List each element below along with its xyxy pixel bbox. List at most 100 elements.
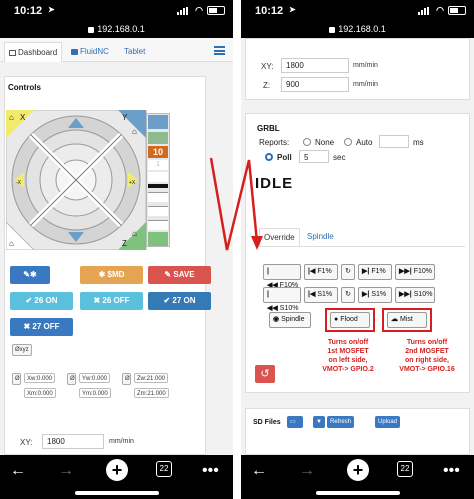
z-plus-arrow-icon[interactable] <box>148 115 168 129</box>
filter-icon: ▼ <box>316 419 322 425</box>
back-arrow-icon[interactable]: ← <box>251 463 267 479</box>
macro-edit-button[interactable]: ✎✱ <box>10 266 50 284</box>
z-minus-arrow-icon[interactable] <box>148 232 168 246</box>
refresh-icon: ↻ <box>345 268 351 275</box>
tab-tablet-label: Tablet <box>124 47 146 56</box>
sd-files-panel <box>245 408 470 455</box>
step-forward-icon: ▶| <box>362 268 370 275</box>
override-label: F10% <box>413 268 433 275</box>
fluidnc-icon <box>71 48 78 55</box>
feed-reset-button[interactable]: ↻ <box>341 264 355 280</box>
tab-switcher[interactable]: 22 <box>397 461 413 477</box>
spindle-plus-10-button[interactable]: ▶▶| S10% <box>395 287 435 303</box>
z-jog-bar[interactable]: 10 1 <box>146 113 170 247</box>
tab-spindle[interactable]: Spindle <box>303 228 338 246</box>
more-dots-icon[interactable]: ••• <box>443 463 460 479</box>
home-indicator <box>316 491 400 495</box>
sd-folder-icon[interactable]: ▭ <box>287 416 303 428</box>
forward-arrow-icon[interactable]: → <box>299 463 315 479</box>
spindle-toggle-button[interactable]: ◉ Spindle <box>269 312 311 328</box>
tab-fluidnc[interactable]: FluidNC <box>67 42 113 62</box>
sec-label: sec <box>333 153 346 162</box>
sd-refresh-button[interactable]: Refresh <box>327 416 355 428</box>
reset-button[interactable]: ↺ <box>255 365 275 383</box>
plus-x-label: +X <box>129 180 136 186</box>
menu-icon[interactable] <box>214 46 225 55</box>
pencil-icon: ✎✱ <box>23 270 37 279</box>
step-segment[interactable] <box>148 206 168 216</box>
z-home-icon[interactable] <box>148 132 168 144</box>
spindle-minus-1-button[interactable]: |◀ S1% <box>304 287 338 303</box>
new-tab-plus-icon[interactable]: + <box>347 459 369 481</box>
reports-poll-label: Poll <box>277 153 292 162</box>
continuation-arrow-icon <box>209 157 263 251</box>
spindle-minus-10-button[interactable]: |◀◀ S10% <box>263 287 301 312</box>
step-segment[interactable] <box>148 220 168 230</box>
left-phone-screen: 10:12 ➤ ◠ 192.168.0.1 Dashboard FluidNC … <box>0 0 233 499</box>
spindle-reset-button[interactable]: ↻ <box>341 287 355 303</box>
axis-z-label: Z <box>122 239 127 248</box>
address-bar[interactable]: 192.168.0.1 <box>241 21 474 38</box>
mist-annotation: Turns on/off 2nd MOSFET on right side, V… <box>399 339 455 373</box>
signal-icon <box>418 7 432 15</box>
wifi-icon: ◠ <box>436 5 444 15</box>
xy-feed-input[interactable]: 1800 <box>42 434 104 449</box>
sd-upload-button[interactable]: Upload <box>375 416 401 428</box>
flood-label: Flood <box>340 316 358 323</box>
md-button-label: $MD <box>107 270 125 279</box>
zero-x-button[interactable]: Ø <box>12 373 21 385</box>
mist-button[interactable]: ☁ Mist <box>387 312 427 328</box>
ms-label: ms <box>413 138 424 147</box>
zero-xyz-button[interactable]: Øxyz <box>12 344 32 356</box>
md-icon: ✱ <box>98 270 108 279</box>
save-button-label: SAVE <box>173 270 195 279</box>
gpio27-off-button[interactable]: ✖ 27 OFF <box>10 318 73 336</box>
gpio26-on-button[interactable]: ✔ 26 ON <box>10 292 73 310</box>
zero-y-button[interactable]: Ø <box>67 373 76 385</box>
step-10[interactable]: 10 <box>148 146 168 158</box>
browser-toolbar: ← → + 22 ••• <box>241 455 474 499</box>
back-arrow-icon[interactable]: ← <box>10 463 26 479</box>
axis-x-label: X <box>20 113 26 122</box>
reports-none-radio[interactable] <box>303 138 311 146</box>
md-button[interactable]: ✱ $MD <box>80 266 143 284</box>
signal-icon <box>177 7 191 15</box>
more-dots-icon[interactable]: ••• <box>202 463 219 479</box>
tab-tablet[interactable]: Tablet <box>120 42 149 62</box>
tab-dashboard-label: Dashboard <box>18 48 58 57</box>
step-segment[interactable] <box>148 192 168 202</box>
xy-feed-input[interactable]: 1800 <box>281 58 349 73</box>
gpio27-on-button[interactable]: ✔ 27 ON <box>148 292 211 310</box>
zero-z-button[interactable]: Ø <box>122 373 131 385</box>
reports-auto-radio[interactable] <box>344 138 352 146</box>
poll-interval-input[interactable]: 5 <box>299 150 329 163</box>
feed-minus-1-button[interactable]: |◀ F1% <box>304 264 338 280</box>
feed-plus-1-button[interactable]: ▶| F1% <box>358 264 392 280</box>
step-1[interactable]: 1 <box>148 160 168 170</box>
spindle-plus-1-button[interactable]: ▶| S1% <box>358 287 392 303</box>
xy-feed-unit: mm/min <box>109 438 134 445</box>
gpio27-off-label: 27 OFF <box>32 322 60 331</box>
feed-plus-10-button[interactable]: ▶▶| F10% <box>395 264 435 280</box>
forward-arrow-icon[interactable]: → <box>58 463 74 479</box>
url-text: 192.168.0.1 <box>338 24 386 34</box>
tab-dashboard[interactable]: Dashboard <box>4 42 63 62</box>
step-segment[interactable] <box>148 172 168 182</box>
flood-button[interactable]: ● Flood <box>330 312 370 328</box>
right-phone-screen: 10:12 ➤ ◠ 192.168.0.1 XY: 1800 mm/min Z:… <box>241 0 474 499</box>
z-machine-coord: Zm:21.000 <box>134 388 169 398</box>
z-feed-input[interactable]: 900 <box>281 77 349 92</box>
tab-switcher[interactable]: 22 <box>156 461 172 477</box>
save-button[interactable]: ✎ SAVE <box>148 266 211 284</box>
sd-filter-button[interactable]: ▼ <box>313 416 325 428</box>
auto-interval-input[interactable] <box>379 135 409 148</box>
z-position-marker <box>148 184 168 188</box>
address-bar[interactable]: 192.168.0.1 <box>0 21 233 38</box>
status-time: 10:12 <box>14 5 43 17</box>
feed-minus-10-button[interactable]: |◀◀ F10% <box>263 264 301 289</box>
gpio26-off-button[interactable]: ✖ 26 OFF <box>80 292 143 310</box>
fast-rewind-icon: |◀◀ <box>267 268 278 289</box>
home-icon: ⌂ <box>132 127 137 136</box>
home-icon: ⌂ <box>9 239 14 248</box>
new-tab-plus-icon[interactable]: + <box>106 459 128 481</box>
